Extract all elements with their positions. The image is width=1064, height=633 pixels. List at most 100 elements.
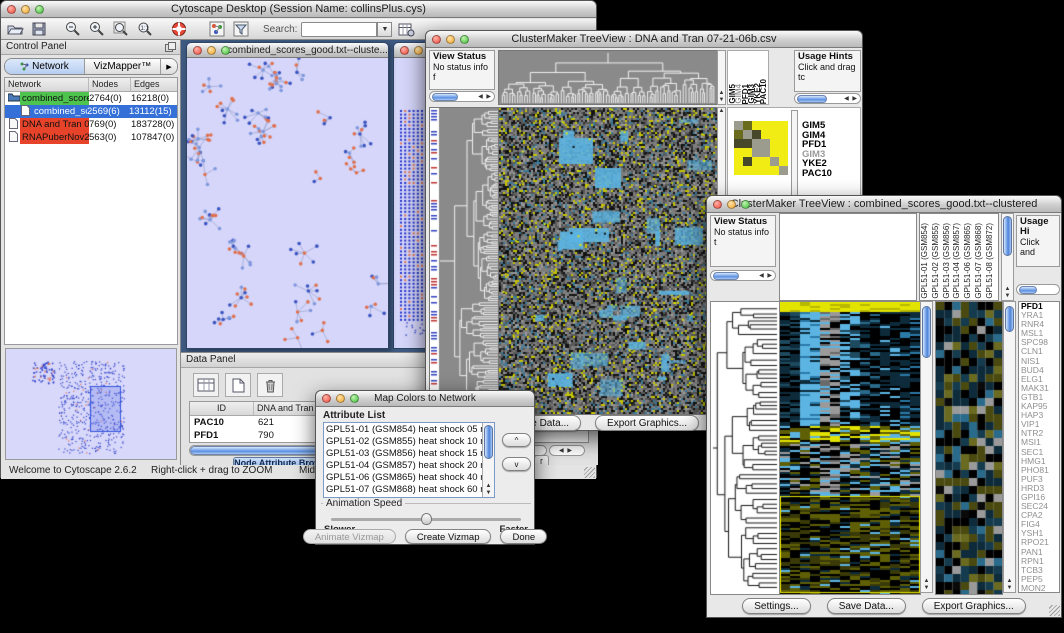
close-icon[interactable] [713,200,722,209]
close-icon[interactable] [432,35,441,44]
search-input[interactable] [301,22,377,37]
animation-speed-slider[interactable] [331,518,521,521]
dialog-titlebar[interactable]: Map Colors to Network [316,391,534,407]
treeview2-title: ClusterMaker TreeView : combined_scores_… [731,198,1038,210]
network-row[interactable]: combined_sco2569(6)13112(15) [5,105,177,118]
select-attributes-icon[interactable] [193,373,219,397]
tab-network[interactable]: Network [5,59,85,74]
tv2-hints-scrollbar[interactable] [1016,284,1060,295]
treeview2-titlebar[interactable]: ClusterMaker TreeView : combined_scores_… [707,196,1061,213]
attribute-list-item[interactable]: GPL51-07 (GSM868) heat shock 60 min [326,484,481,496]
tv2-heatmap[interactable] [779,301,921,595]
minimize-icon[interactable] [414,46,423,55]
tv1-hints-scrollbar[interactable]: ◀ ▶ [794,93,861,104]
tv1-row-dendrogram[interactable] [429,107,500,415]
network-canvas-1[interactable] [187,58,388,348]
animation-group: Animation Speed Slower Faster [321,503,531,531]
save-data-button[interactable]: Save Data... [827,598,906,614]
attribute-list-item[interactable]: GPL51-02 (GSM855) heat shock 10 min [326,436,481,448]
tv1-mini-vscroll[interactable]: ▲▼ [717,50,726,105]
heatmap-cell [743,130,752,139]
node-editor-icon[interactable] [207,20,227,38]
tab-partial[interactable]: r [534,455,549,465]
tv2-zoom-vscroll[interactable]: ▲▼ [1003,301,1016,593]
main-window-title: Cytoscape Desktop (Session Name: collins… [171,3,426,15]
heatmap-cell [734,139,743,148]
tv2-column-dendrogram-area[interactable] [779,213,917,301]
zoom-window-icon[interactable] [460,35,469,44]
tv1-column-dendrogram[interactable] [498,50,718,105]
network-list-header[interactable]: Network Nodes Edges [5,78,177,92]
tv2-zoom-heatmap[interactable] [935,301,1003,595]
tv2-collabel-scrollbar[interactable]: ▲▼ [1001,213,1014,301]
save-session-icon[interactable] [29,20,49,38]
minimize-icon[interactable] [446,35,455,44]
minimize-icon[interactable] [207,46,216,55]
zoom-out-icon[interactable] [63,20,83,38]
zoom-window-icon[interactable] [221,46,230,55]
network-row[interactable]: DNA and Tran 07769(0)183728(0) [5,118,177,131]
attribute-list-item[interactable]: GPL51-06 (GSM865) heat shock 40 min [326,472,481,484]
attribute-list-item[interactable]: GPL51-01 (GSM854) heat shock 05 min [326,424,481,436]
minimize-icon[interactable] [21,5,30,14]
new-attribute-icon[interactable] [225,373,251,397]
attribute-list-item[interactable]: GPL51-03 (GSM856) heat shock 15 min [326,448,481,460]
minimize-icon[interactable] [727,200,736,209]
attribute-browser-settings-icon[interactable] [396,20,416,38]
float-panel-icon[interactable] [165,42,176,55]
resize-grip[interactable] [1049,605,1060,616]
column-label: GPL51-08 (GSM872) [986,223,997,299]
filter-icon[interactable] [231,20,251,38]
resize-grip[interactable] [584,467,595,478]
network-view-frame-1: combined_scores_good.txt--cluste... [186,42,389,349]
attribute-list-scrollbar[interactable]: ▲▼ [482,423,494,497]
create-vizmap-button[interactable]: Create Vizmap [405,529,492,544]
slider-thumb[interactable] [421,513,432,525]
zoom-window-icon[interactable] [350,394,359,403]
zoom-selected-icon[interactable]: 1:1 [135,20,155,38]
done-button[interactable]: Done [500,529,547,544]
close-icon[interactable] [400,46,409,55]
animate-vizmap-button[interactable]: Animate Vizmap [303,529,396,544]
help-lifering-icon[interactable] [169,20,189,38]
delete-attribute-icon[interactable] [257,373,283,397]
close-icon[interactable] [322,394,331,403]
open-session-icon[interactable] [5,20,25,38]
tv2-heat-vscroll[interactable]: ▲▼ [920,301,933,593]
network-row[interactable]: combined_scores2764(0)16218(0) [5,92,177,105]
window-controls[interactable] [7,5,44,14]
attribute-list-item[interactable]: GPL51-04 (GSM857) heat shock 20 min [326,460,481,472]
zoom-fit-icon[interactable] [111,20,131,38]
minimize-icon[interactable] [336,394,345,403]
treeview1-titlebar[interactable]: ClusterMaker TreeView : DNA and Tran 07-… [426,31,862,48]
zoom-window-icon[interactable] [35,5,44,14]
search-dropdown-button[interactable]: ▼ [377,22,392,37]
move-down-button[interactable]: v [502,457,531,471]
zoom-in-icon[interactable] [87,20,107,38]
tabs-overflow-arrow[interactable]: ▶ [161,59,177,74]
heatmap-cell [770,121,779,130]
move-up-button[interactable]: ^ [502,433,531,447]
tv2-status-scrollbar[interactable]: ◀ ▶ [710,270,776,281]
close-icon[interactable] [7,5,16,14]
document-icon [7,131,20,144]
zoom-window-icon[interactable] [741,200,750,209]
tv1-status-scrollbar[interactable]: ◀ ▶ [429,91,495,102]
heatmap-cell [779,121,788,130]
export-graphics-button[interactable]: Export Graphics... [922,598,1026,614]
export-graphics-button[interactable]: Export Graphics... [595,415,699,431]
settings-button[interactable]: Settings... [742,598,810,614]
close-icon[interactable] [193,46,202,55]
network-row[interactable]: RNAPuberNov2+563(0)107847(0) [5,131,177,144]
tv1-heatmap[interactable] [498,107,718,415]
data-panel-hscroll-buttons[interactable]: ◀ ▶ [549,445,585,456]
network-name: DNA and Tran 07 [20,118,89,131]
birdseye-view[interactable] [5,348,177,460]
tv1-zoom-heatmap[interactable] [734,121,788,175]
tab-vizmapper[interactable]: VizMapper™ [85,59,161,74]
tv2-row-dendrogram[interactable] [710,301,780,595]
heatmap-cell [752,130,761,139]
heatmap-cell [770,130,779,139]
main-titlebar[interactable]: Cytoscape Desktop (Session Name: collins… [1,1,596,18]
control-panel-header: Control Panel [1,40,180,55]
